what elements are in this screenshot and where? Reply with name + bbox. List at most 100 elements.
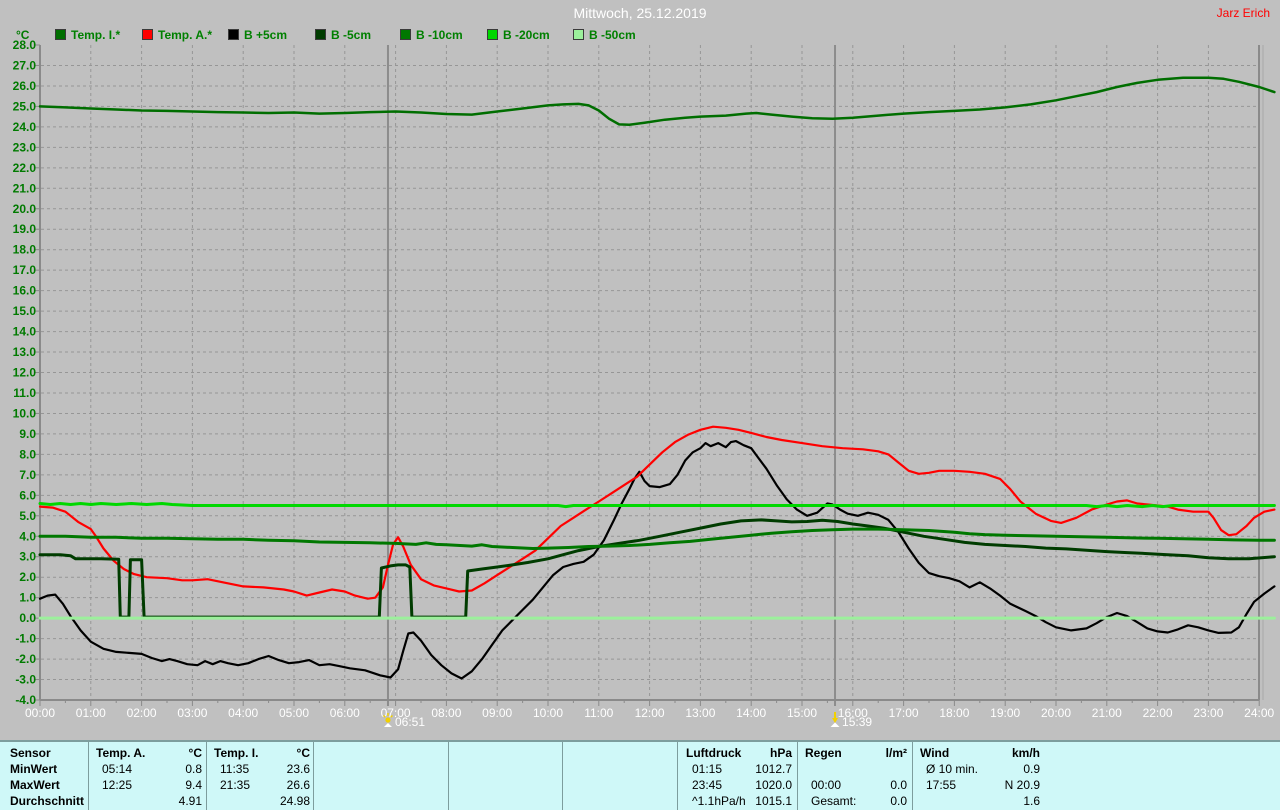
x-tick-label: 18:00 [939,706,969,720]
y-tick-label: 12.0 [13,366,37,380]
value-time [918,793,926,809]
series-b-10cm [38,527,1276,550]
x-tick-label: 21:00 [1092,706,1122,720]
y-tick-label: 24.0 [13,120,37,134]
y-tick-label: 14.0 [13,325,37,339]
table-row: 24.98 [212,793,310,809]
table-column-header: Temp. A. °C [94,745,202,761]
sensor-unit: °C [296,746,310,760]
table-column-header: Luftdruck hPa [684,745,792,761]
value-time: ^1.1hPa/h [692,794,746,808]
y-tick-label: 8.0 [19,447,36,461]
x-tick-label: 23:00 [1193,706,1223,720]
series-b-5cm [38,518,1276,619]
value-number: 26.6 [286,778,310,792]
sensor-name: Wind [920,746,950,760]
x-tick-label: 03:00 [177,706,207,720]
value-time [803,761,811,777]
table-divider [797,742,798,810]
value-number: 9.4 [185,778,202,792]
table-row-label: Durchschnitt [10,794,85,808]
x-tick-label: 20:00 [1041,706,1071,720]
value-time: 17:55 [926,778,957,792]
table-column-wind: Wind km/h Ø 10 min. 0.9 17:55 N 20.9 1.6 [918,745,1040,809]
y-tick-label: 23.0 [13,140,37,154]
y-tick-label: 17.0 [13,263,37,277]
x-axis-tick-labels: 00:00 01:00 02:00 03:00 04:00 05:00 06:00 07:00… [25,706,1275,720]
value-time: 12:25 [102,778,133,792]
y-tick-label: 15.0 [13,304,37,318]
table-row: 01:15 1012.7 [684,761,792,777]
table-row: 4.91 [94,793,202,809]
x-tick-label: 11:00 [584,706,613,720]
sunset-time-label: 15:39 [842,715,872,729]
y-tick-label: 1.0 [19,591,36,605]
x-tick-label: 00:00 [25,706,55,720]
y-tick-label: 18.0 [13,243,37,257]
series-tempi [38,76,1276,127]
table-divider [912,742,913,810]
y-tick-label: 2.0 [19,570,36,584]
value-time: 00:00 [811,778,842,792]
table-row: 17:55 N 20.9 [918,777,1040,793]
table-column-temp-a: Temp. A. °C 05:14 0.8 12:25 9.4 4.91 [94,745,202,809]
summary-table: Sensor MinWert MaxWert Durchschnitt Temp. A.… [0,740,1280,810]
x-tick-label: 06:00 [330,706,360,720]
table-divider [88,742,89,810]
table-column-luftdruck: Luftdruck hPa 01:15 1012.7 23:45 1020.0 ^1.1hP… [684,745,792,809]
table-column-header: Temp. I. °C [212,745,310,761]
sensor-name: Regen [805,746,842,760]
x-tick-label: 22:00 [1143,706,1173,720]
table-divider [677,742,678,810]
value-number: 0.0 [890,794,907,808]
value-time: 05:14 [102,762,133,776]
y-tick-label: 4.0 [19,529,36,543]
y-tick-label: 25.0 [13,99,37,113]
y-axis-tick-labels: 28.0 27.0 26.0 25.0 24.0 23.0 22.0 21.0 20.0 19.0… [13,38,37,707]
chart-plot-area: 28.0 27.0 26.0 25.0 24.0 23.0 22.0 21.0 20.0 19.0… [13,38,1276,729]
y-tick-label: 5.0 [19,509,36,523]
sunrise-time-label: 06:51 [395,715,425,729]
table-row: 11:35 23.6 [212,761,310,777]
x-tick-label: 12:00 [635,706,665,720]
sensor-name: Luftdruck [686,746,742,760]
y-tick-label: 19.0 [13,222,37,236]
table-row-label: MinWert [10,762,58,776]
value-number: 4.91 [178,794,202,808]
y-tick-label: -3.0 [15,673,36,687]
value-time: Ø 10 min. [926,762,979,776]
table-divider [206,742,207,810]
series-b-20cm [38,502,1276,509]
x-tick-label: 05:00 [279,706,309,720]
table-row-labels: Sensor MinWert MaxWert Durchschnitt [4,745,86,809]
value-number: 0.0 [890,778,907,792]
sensor-unit: km/h [1011,746,1040,760]
value-time: 11:35 [220,762,250,776]
weather-day-chart-page: Mittwoch, 25.12.2019 Jarz Erich °C Temp.… [0,0,1280,810]
series-tempa [38,425,1276,600]
table-row: ^1.1hPa/h 1015.1 [684,793,792,809]
x-tick-label: 15:00 [787,706,817,720]
x-tick-label: 17:00 [889,706,919,720]
x-tick-label: 24:00 [1244,706,1274,720]
y-tick-label: 13.0 [13,345,37,359]
table-row: 12:25 9.4 [94,777,202,793]
value-time [212,793,220,809]
y-tick-label: -1.0 [15,632,36,646]
value-time: 01:15 [692,762,723,776]
y-tick-label: -2.0 [15,652,36,666]
value-time: Gesamt: [811,794,857,808]
y-tick-label: 16.0 [13,284,37,298]
x-tick-label: 02:00 [127,706,157,720]
table-row [803,761,907,777]
gridlines [41,45,1259,699]
value-time: 21:35 [220,778,251,792]
y-tick-label: 11.0 [13,386,36,400]
value-number: 1012.7 [755,762,792,776]
value-number: 0.8 [185,762,202,776]
value-number: 1.6 [1023,794,1040,808]
y-tick-label: 21.0 [13,181,37,195]
table-row-label: Sensor [10,746,51,760]
value-number: 1020.0 [755,778,792,792]
y-tick-label: 10.0 [13,406,37,420]
